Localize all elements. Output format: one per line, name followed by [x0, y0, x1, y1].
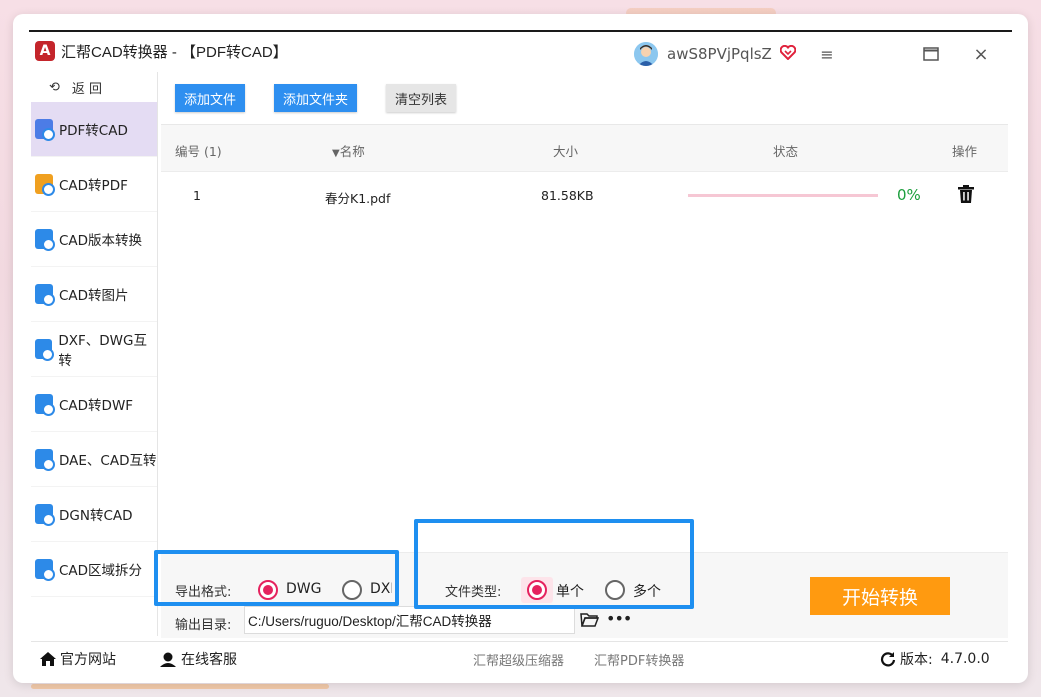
- sidebar-item-dxf-dwg[interactable]: DXF、DWG互转: [31, 322, 157, 377]
- cad-to-pdf-icon: [35, 174, 55, 196]
- sidebar-item-label: DGN转CAD: [59, 508, 133, 524]
- vip-heart-icon[interactable]: [779, 44, 797, 64]
- service-label: 在线客服: [181, 652, 237, 668]
- sidebar-item-dgn-to-cad[interactable]: DGN转CAD: [31, 487, 157, 542]
- delete-button[interactable]: [958, 185, 974, 206]
- col-action: 操作: [952, 144, 978, 159]
- heart-icon: [779, 44, 797, 60]
- output-path-field[interactable]: [244, 606, 575, 634]
- compressor-link[interactable]: 汇帮超级压缩器: [473, 650, 564, 669]
- sidebar-item-cad-to-pdf[interactable]: CAD转PDF: [31, 157, 157, 212]
- user-area[interactable]: awS8PVjPqlsZ: [634, 42, 797, 66]
- pdf-to-cad-icon: [35, 119, 55, 141]
- sort-down-icon: ▼: [332, 148, 340, 159]
- open-folder-icon[interactable]: [580, 612, 600, 632]
- add-folder-button[interactable]: 添加文件夹: [274, 84, 358, 112]
- cad-split-icon: [35, 559, 55, 581]
- maximize-button[interactable]: [916, 40, 946, 68]
- table-header: 编号 (1) ▼名称 大小 状态 操作: [161, 124, 1008, 172]
- sidebar-item-cad-to-image[interactable]: CAD转图片: [31, 267, 157, 322]
- sidebar-item-label: CAD区域拆分: [59, 563, 143, 579]
- col-name[interactable]: ▼名称: [332, 141, 365, 160]
- clear-list-button[interactable]: 清空列表: [386, 84, 457, 112]
- back-button[interactable]: ⟲ 返 回: [31, 72, 157, 102]
- app-logo-icon: A: [35, 41, 55, 61]
- version-label: 版本:: [900, 652, 933, 668]
- app-window: A 汇帮CAD转换器 - 【PDF转CAD】 awS8PVjPqlsZ ≡ × …: [13, 14, 1028, 683]
- dgn-to-cad-icon: [35, 504, 55, 526]
- maximize-icon: [923, 47, 939, 61]
- sidebar: ⟲ 返 回 PDF转CAD CAD转PDF CAD版本转换 CAD转图片 DXF…: [31, 72, 158, 636]
- sidebar-item-pdf-to-cad[interactable]: PDF转CAD: [31, 102, 157, 157]
- sidebar-item-cad-to-dwf[interactable]: CAD转DWF: [31, 377, 157, 432]
- menu-button[interactable]: ≡: [812, 40, 842, 68]
- sidebar-item-dae-cad[interactable]: DAE、CAD互转: [31, 432, 157, 487]
- refresh-icon: [880, 652, 896, 667]
- version-number: 4.7.0.0: [940, 651, 990, 667]
- footer: 官方网站 在线客服 汇帮超级压缩器 汇帮PDF转换器 版本: 4.7.0.0: [31, 641, 1008, 673]
- row-filename: 春分K1.pdf: [325, 191, 391, 206]
- cad-to-dwf-icon: [35, 394, 55, 416]
- folder-icon: [580, 613, 600, 627]
- start-convert-button[interactable]: 开始转换: [810, 577, 950, 615]
- sidebar-item-label: PDF转CAD: [59, 123, 128, 139]
- more-options-icon[interactable]: •••: [606, 609, 632, 628]
- website-label: 官方网站: [60, 652, 116, 668]
- format-highlight-box: [154, 550, 399, 606]
- col-status: 状态: [773, 144, 799, 159]
- sidebar-item-label: DXF、DWG互转: [58, 333, 147, 369]
- progress-bar: [688, 194, 878, 197]
- row-size: 81.58KB: [541, 188, 594, 203]
- sidebar-item-label: CAD转PDF: [59, 178, 128, 194]
- col-size: 大小: [553, 144, 579, 159]
- pdf-converter-link[interactable]: 汇帮PDF转换器: [594, 650, 684, 669]
- window-title: 汇帮CAD转换器 - 【PDF转CAD】: [61, 43, 288, 61]
- close-button[interactable]: ×: [966, 40, 996, 68]
- sidebar-item-label: CAD转图片: [59, 288, 129, 304]
- cad-version-icon: [35, 229, 55, 251]
- title-bar: A 汇帮CAD转换器 - 【PDF转CAD】 awS8PVjPqlsZ ≡ ×: [29, 30, 1012, 70]
- dae-cad-icon: [35, 449, 55, 471]
- back-label: 返 回: [71, 81, 103, 97]
- file-type-highlight-box: [414, 519, 694, 609]
- row-index: 1: [193, 188, 201, 203]
- output-dir-label: 输出目录:: [175, 618, 232, 633]
- avatar-icon: [634, 42, 658, 66]
- support-agent-icon: [160, 652, 176, 667]
- version-info: 版本: 4.7.0.0: [880, 649, 990, 669]
- official-website-link[interactable]: 官方网站: [39, 649, 116, 669]
- add-file-button[interactable]: 添加文件: [175, 84, 246, 112]
- trash-icon: [958, 185, 974, 203]
- sidebar-item-cad-version[interactable]: CAD版本转换: [31, 212, 157, 267]
- cad-to-image-icon: [35, 284, 55, 306]
- dxf-dwg-icon: [35, 339, 55, 361]
- back-arrow-icon: ⟲: [49, 79, 60, 95]
- toolbar: 添加文件 添加文件夹 清空列表: [175, 84, 485, 114]
- home-icon: [40, 652, 56, 666]
- col-name-label: 名称: [339, 144, 365, 159]
- sidebar-item-label: CAD版本转换: [59, 233, 143, 249]
- col-index: 编号 (1): [175, 144, 222, 159]
- progress-percent: 0%: [897, 186, 921, 204]
- avatar[interactable]: [634, 42, 658, 66]
- table-row[interactable]: 1 春分K1.pdf 81.58KB 0%: [161, 174, 1008, 218]
- username: awS8PVjPqlsZ: [667, 45, 772, 63]
- background-bar: [31, 684, 329, 689]
- sidebar-item-cad-split[interactable]: CAD区域拆分: [31, 542, 157, 597]
- online-service-link[interactable]: 在线客服: [159, 649, 237, 669]
- sidebar-item-label: DAE、CAD互转: [59, 453, 157, 469]
- sidebar-item-label: CAD转DWF: [59, 398, 134, 414]
